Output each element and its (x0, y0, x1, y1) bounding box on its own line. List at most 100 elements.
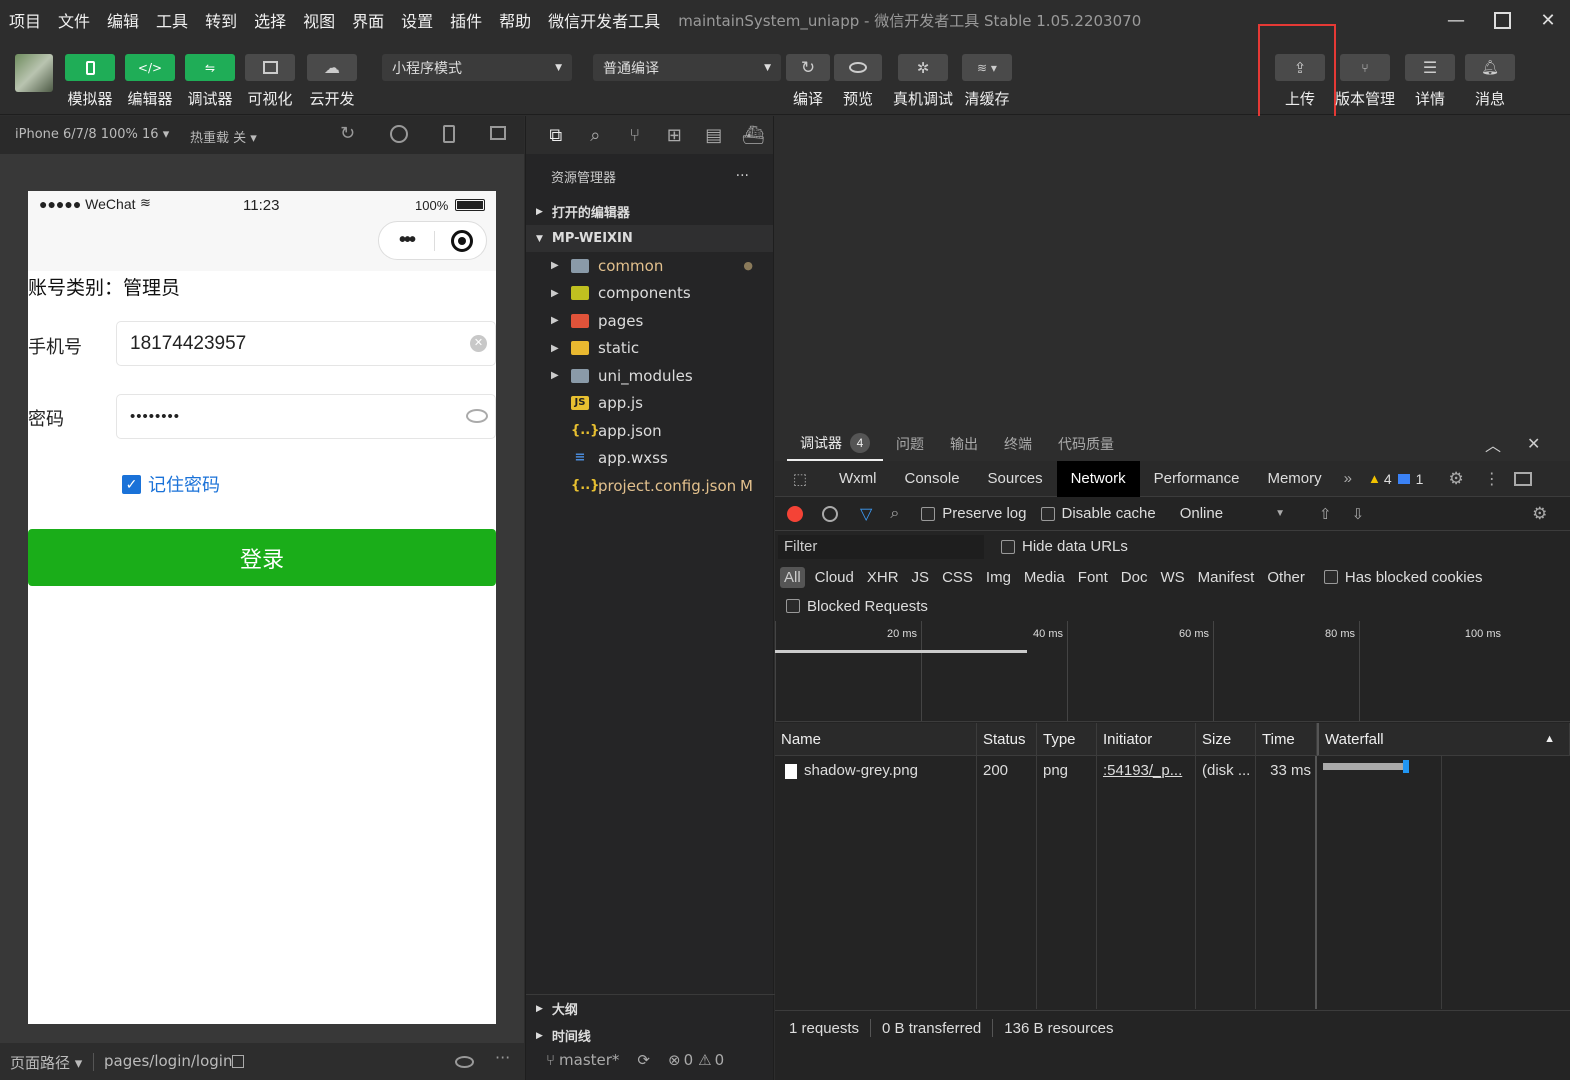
type-xhr[interactable]: XHR (867, 569, 899, 586)
dock-icon[interactable] (1513, 471, 1532, 486)
caret-down-icon[interactable]: ▼ (1275, 508, 1285, 519)
hot-reload-toggle[interactable]: 热重载 关 ▾ (190, 127, 257, 146)
mode-select[interactable]: 小程序模式 ▼ (382, 54, 572, 81)
remember-checkbox[interactable]: ✓ 记住密码 (122, 471, 220, 497)
export-icon[interactable]: ⇩ (1352, 505, 1365, 523)
clear-cache-button[interactable]: ≋ ▾ (962, 54, 1012, 81)
copy-icon[interactable] (232, 1055, 244, 1068)
version-button[interactable]: ⑂ (1340, 54, 1390, 81)
visual-button[interactable] (245, 54, 295, 81)
preview-button[interactable] (834, 54, 882, 81)
clear-icon[interactable] (822, 505, 838, 522)
menu-edit[interactable]: 编辑 (98, 8, 147, 32)
simulator-button[interactable] (65, 54, 115, 81)
filter-icon[interactable]: ▽ (860, 504, 872, 524)
type-media[interactable]: Media (1024, 569, 1065, 586)
menu-file[interactable]: 文件 (49, 8, 98, 32)
chevron-up-icon[interactable]: ︿ (1485, 432, 1501, 456)
menu-wechat-devtools[interactable]: 微信开发者工具 (539, 8, 668, 32)
rotate-icon[interactable]: ↻ (340, 123, 355, 144)
clear-icon[interactable]: ✕ (470, 335, 487, 352)
stop-icon[interactable] (390, 125, 408, 143)
close-icon[interactable]: ✕ (1526, 0, 1570, 40)
more-icon[interactable]: ••• (379, 229, 434, 252)
device-icon[interactable] (443, 125, 455, 143)
file-tree-item[interactable]: ▶ components (526, 280, 773, 308)
sync-icon[interactable]: ⟳ (637, 1051, 650, 1069)
remote-debug-button[interactable]: ✲ (898, 54, 948, 81)
phone-input[interactable]: 18174423957 ✕ (116, 321, 496, 366)
file-tree-item[interactable]: ▶ static (526, 335, 773, 363)
type-img[interactable]: Img (986, 569, 1011, 586)
preserve-log-checkbox[interactable] (921, 506, 936, 521)
type-other[interactable]: Other (1267, 569, 1305, 586)
menu-goto[interactable]: 转到 (196, 8, 245, 32)
file-tree-item[interactable]: {..} project.config.json M (526, 472, 773, 500)
file-tree-item[interactable]: ▶ uni_modules (526, 362, 773, 390)
avatar[interactable] (15, 54, 53, 92)
close-icon[interactable]: ✕ (1527, 434, 1540, 454)
more-panels-icon[interactable]: » (1336, 470, 1360, 487)
record-icon[interactable] (787, 505, 803, 522)
tab-terminal[interactable]: 终端 (991, 426, 1045, 461)
password-input[interactable]: •••••••• (116, 394, 496, 439)
info-count[interactable]: 1 (1416, 471, 1424, 487)
table-row[interactable]: shadow-grey.png 200 png :54193/_p... (di… (775, 723, 1570, 786)
docker-icon[interactable]: ⛴ (734, 116, 774, 154)
panel-performance[interactable]: Performance (1140, 461, 1254, 497)
cell-initiator[interactable]: :54193/_p... (1097, 756, 1196, 786)
compile-button[interactable]: ↻ (786, 54, 830, 81)
compile-mode-select[interactable]: 普通编译 ▼ (593, 54, 781, 81)
files-icon[interactable]: ⧉ (536, 116, 576, 154)
file-tree-item[interactable]: ▶ common ● (526, 252, 773, 280)
menu-tools[interactable]: 工具 (147, 8, 196, 32)
filter-input[interactable]: Filter (778, 534, 984, 559)
cloud-button[interactable]: ☁ (307, 54, 357, 81)
type-cloud[interactable]: Cloud (815, 569, 854, 586)
project-section[interactable]: ▼ MP-WEIXIN (526, 225, 773, 252)
warning-count[interactable]: 4 (1384, 471, 1392, 487)
disable-cache-checkbox[interactable] (1040, 506, 1055, 521)
error-count[interactable]: 0 (684, 1051, 694, 1069)
type-all[interactable]: All (780, 566, 805, 588)
tab-output[interactable]: 输出 (937, 426, 991, 461)
panel-wxml[interactable]: Wxml (825, 461, 891, 497)
type-js[interactable]: JS (912, 569, 930, 586)
type-css[interactable]: CSS (942, 569, 973, 586)
timeline-section[interactable]: ▶ 时间线 (526, 1022, 775, 1049)
panel-sources[interactable]: Sources (974, 461, 1057, 497)
storage-icon[interactable]: ▤ (694, 116, 734, 154)
search-icon[interactable]: ⌕ (890, 505, 899, 523)
file-tree-item[interactable]: {..} app.json (526, 417, 773, 445)
editor-button[interactable]: </> (125, 54, 175, 81)
menu-plugins[interactable]: 插件 (441, 8, 490, 32)
type-manifest[interactable]: Manifest (1198, 569, 1255, 586)
tab-code-quality[interactable]: 代码质量 (1045, 426, 1127, 461)
inspect-icon[interactable]: ⬚ (775, 470, 825, 488)
tab-issues[interactable]: 问题 (883, 426, 937, 461)
minimize-icon[interactable]: — (1434, 0, 1478, 40)
blocked-requests-checkbox[interactable] (786, 599, 800, 613)
type-ws[interactable]: WS (1160, 569, 1184, 586)
menu-settings[interactable]: 设置 (392, 8, 441, 32)
detach-icon[interactable] (490, 126, 506, 140)
more-icon[interactable]: ··· (495, 1048, 510, 1067)
messages-button[interactable]: 🔔︎ (1465, 54, 1515, 81)
maximize-icon[interactable] (1480, 0, 1524, 40)
outline-section[interactable]: ▶ 大纲 (526, 995, 775, 1022)
type-font[interactable]: Font (1078, 569, 1108, 586)
type-doc[interactable]: Doc (1121, 569, 1148, 586)
gear-icon[interactable]: ⚙ (1448, 469, 1463, 489)
show-password-icon[interactable] (466, 409, 488, 423)
details-button[interactable]: ☰ (1405, 54, 1455, 81)
page-path-select[interactable]: 页面路径 ▾ (10, 1052, 82, 1073)
tab-debugger[interactable]: 调试器 4 (787, 426, 883, 461)
debugger-button[interactable]: ⇋ (185, 54, 235, 81)
throttle-select[interactable]: Online (1180, 505, 1223, 522)
open-editors-section[interactable]: ▶ 打开的编辑器 (526, 198, 773, 225)
menu-help[interactable]: 帮助 (490, 8, 539, 32)
blocked-cookies-checkbox[interactable] (1323, 570, 1338, 584)
file-tree-item[interactable]: ▶ pages (526, 307, 773, 335)
file-tree-item[interactable]: JS app.js (526, 390, 773, 418)
menu-project[interactable]: 项目 (0, 8, 49, 32)
